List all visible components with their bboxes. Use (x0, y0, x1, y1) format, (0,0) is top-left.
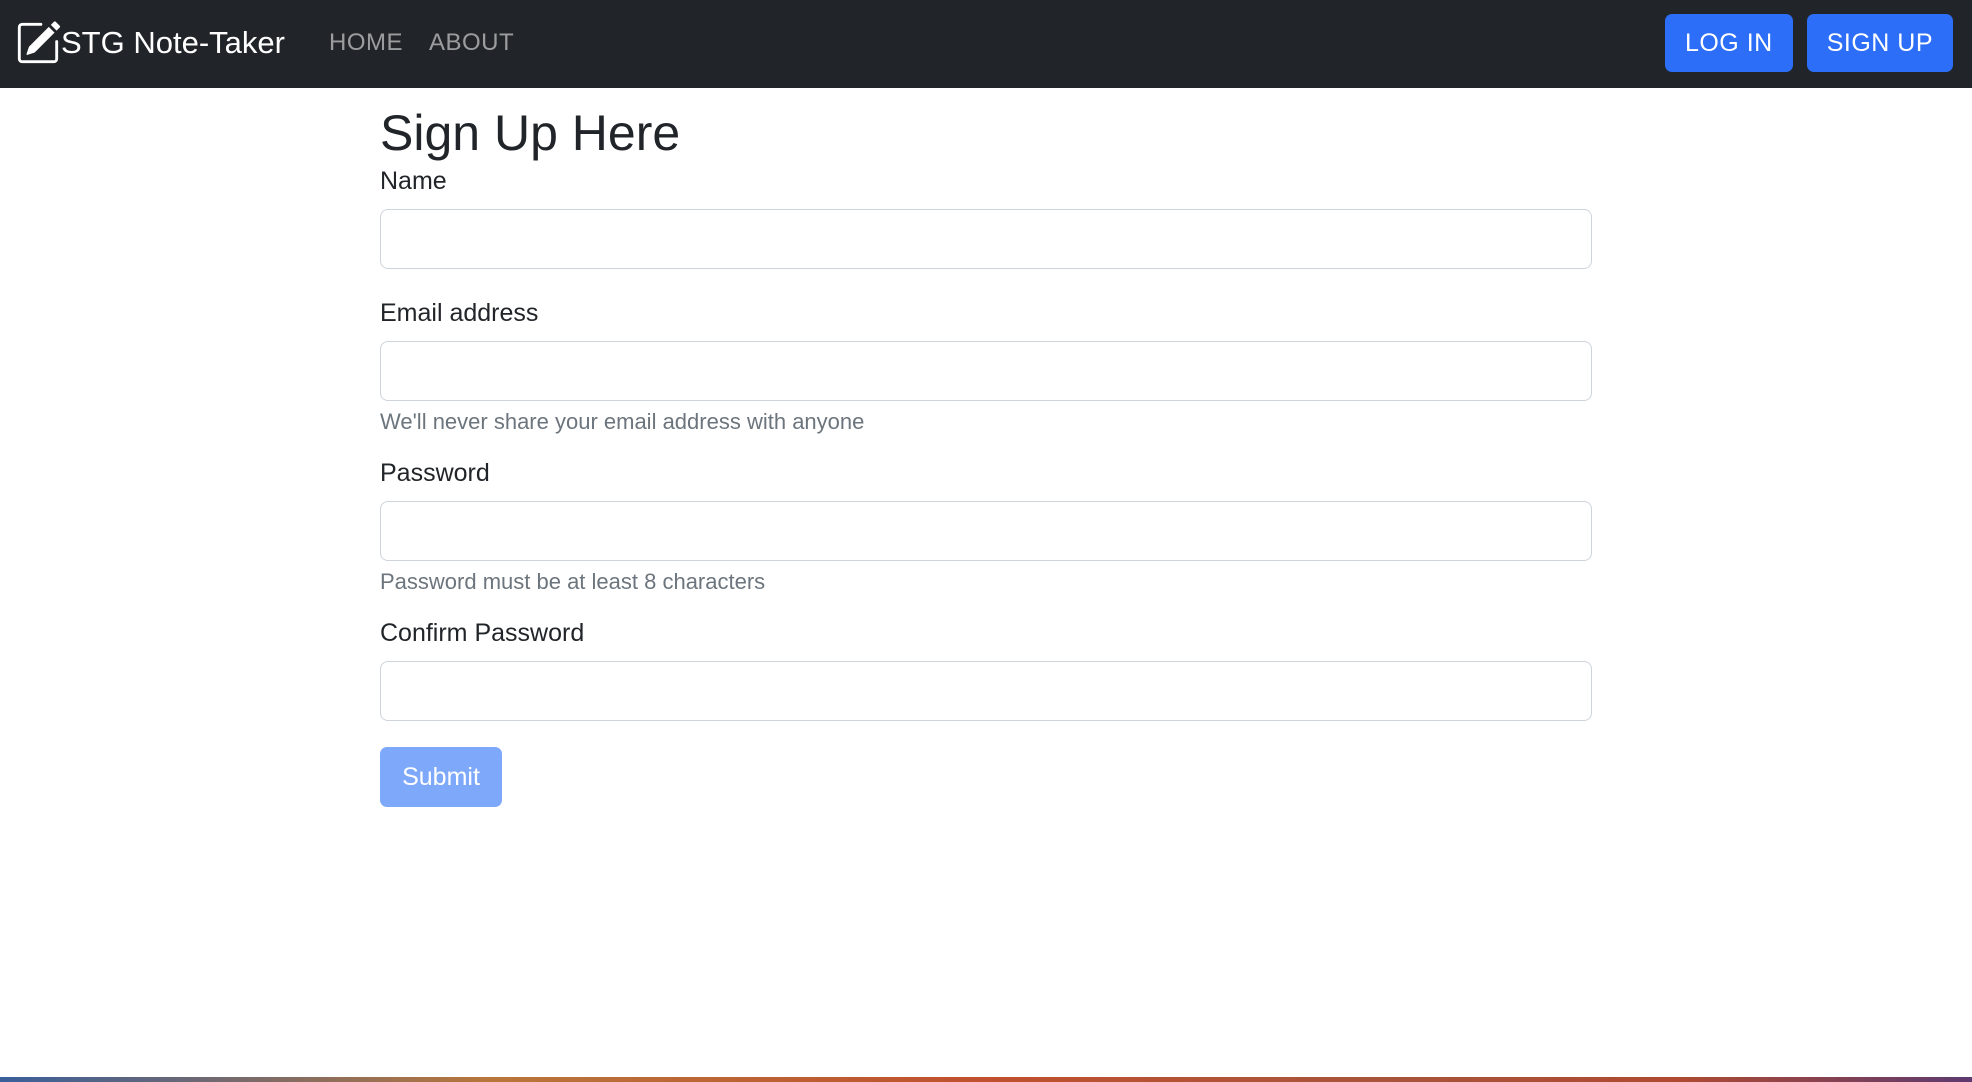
nav-link-home[interactable]: HOME (329, 24, 403, 62)
brand-label: STG Note-Taker (61, 25, 285, 60)
top-navbar: STG Note-Taker HOME ABOUT LOG IN SIGN UP (0, 0, 1972, 88)
desktop-background-strip (0, 1077, 1972, 1082)
email-label: Email address (380, 299, 539, 327)
submit-row: Submit (380, 747, 1592, 807)
password-help-text: Password must be at least 8 characters (380, 569, 766, 594)
name-field-group: Name (380, 165, 1592, 269)
nav-link-about[interactable]: ABOUT (429, 24, 514, 62)
nav-links: HOME ABOUT (329, 24, 514, 62)
submit-button[interactable]: Submit (380, 747, 502, 807)
password-label: Password (380, 459, 490, 487)
name-input[interactable] (380, 209, 1592, 269)
page-title: Sign Up Here (380, 105, 681, 161)
email-help-text: We'll never share your email address wit… (380, 409, 865, 434)
nav-actions: LOG IN SIGN UP (1664, 14, 1953, 72)
signup-form-container: Sign Up Here Name Email address We'll ne… (380, 88, 1592, 807)
pencil-square-icon (15, 20, 61, 66)
name-label: Name (380, 167, 447, 195)
brand-link[interactable]: STG Note-Taker (15, 19, 285, 67)
signup-button[interactable]: SIGN UP (1806, 14, 1953, 72)
confirm-password-input[interactable] (380, 661, 1592, 721)
email-input[interactable] (380, 341, 1592, 401)
login-button[interactable]: LOG IN (1664, 14, 1793, 72)
confirm-password-field-group: Confirm Password (380, 617, 1592, 721)
password-field-group: Password Password must be at least 8 cha… (380, 457, 1592, 596)
password-input[interactable] (380, 501, 1592, 561)
email-field-group: Email address We'll never share your ema… (380, 297, 1592, 436)
confirm-password-label: Confirm Password (380, 619, 585, 647)
